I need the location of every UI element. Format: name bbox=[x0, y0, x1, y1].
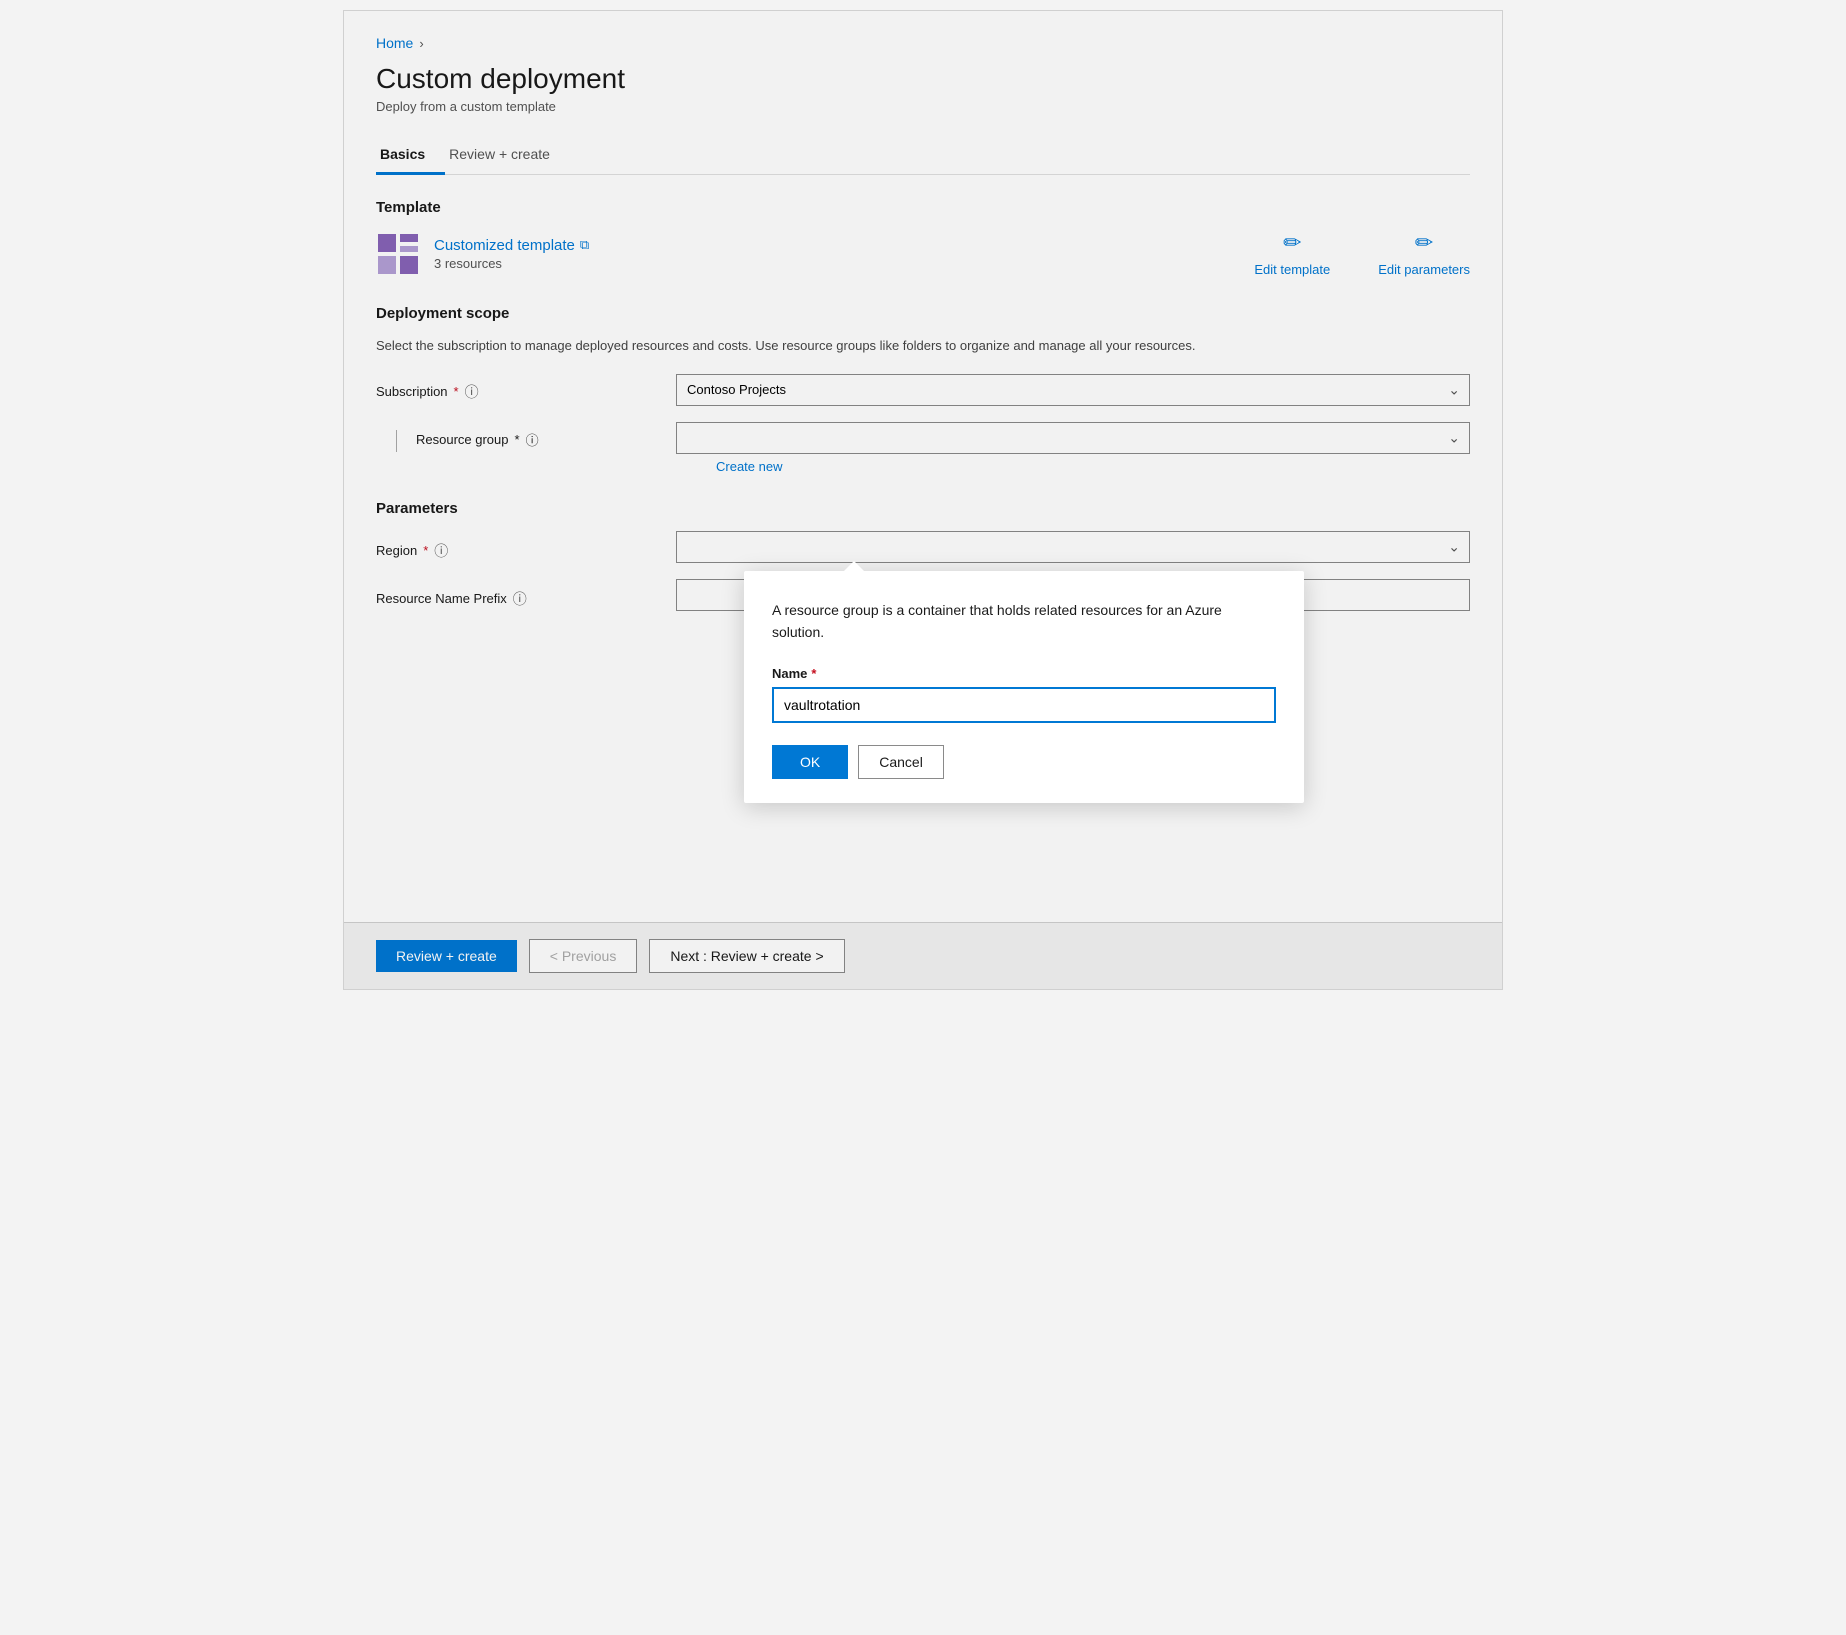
dialog-name-label: Name * bbox=[772, 666, 1276, 681]
dialog-cancel-button[interactable]: Cancel bbox=[858, 745, 944, 779]
dialog-actions: OK Cancel bbox=[772, 745, 1276, 779]
create-resource-group-dialog: A resource group is a container that hol… bbox=[744, 571, 1304, 803]
page-container: Home › Custom deployment Deploy from a c… bbox=[343, 10, 1503, 990]
dialog-name-required: * bbox=[811, 666, 816, 681]
dialog-overlay bbox=[344, 11, 1502, 989]
dialog-description: A resource group is a container that hol… bbox=[772, 599, 1276, 644]
dialog-name-input[interactable] bbox=[772, 687, 1276, 723]
dialog-ok-button[interactable]: OK bbox=[772, 745, 848, 779]
